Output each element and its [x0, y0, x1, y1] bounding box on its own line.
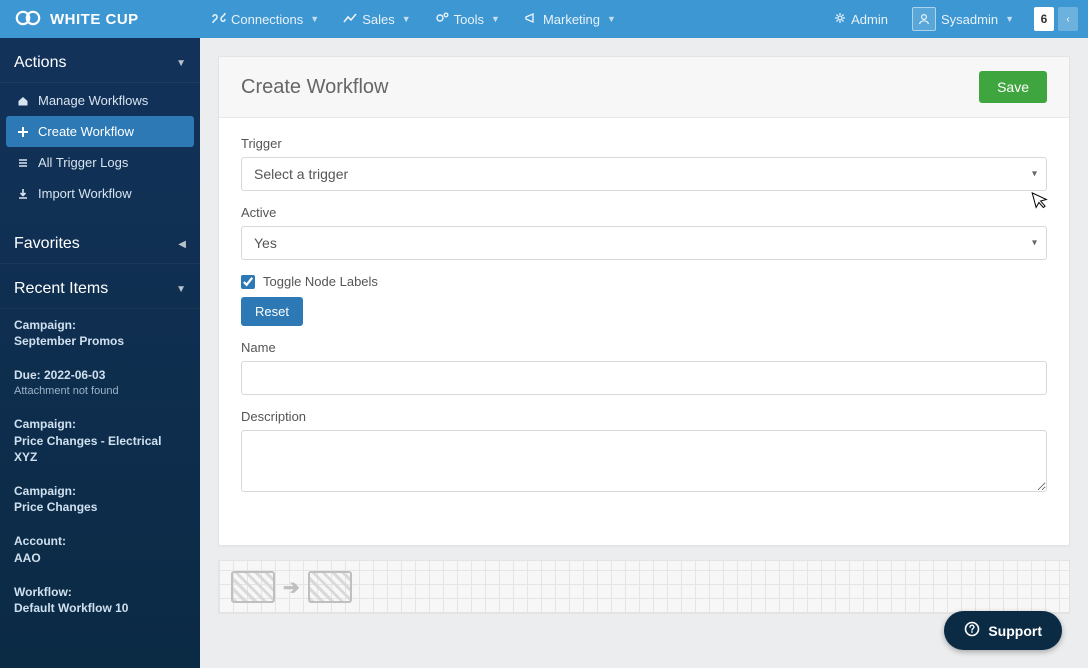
plus-icon [16, 126, 30, 138]
chevron-down-icon: ▼ [491, 14, 500, 24]
create-workflow-panel: Create Workflow Save Trigger Select a tr… [218, 56, 1070, 546]
nav-tools[interactable]: Tools ▼ [423, 0, 512, 38]
trigger-label: Trigger [241, 136, 1047, 151]
avatar [912, 7, 936, 31]
chevron-down-icon: ▼ [1005, 14, 1014, 24]
recent-item[interactable]: Campaign: September Promos [14, 309, 186, 359]
sidebar-favorites-header[interactable]: Favorites ◀ [0, 219, 200, 264]
recent-item[interactable]: Workflow: Default Workflow 10 [14, 576, 186, 626]
trigger-select[interactable]: Select a trigger [241, 157, 1047, 191]
sidebar-item-create-workflow[interactable]: Create Workflow [6, 116, 194, 147]
download-icon [16, 188, 30, 200]
arrow-right-icon: ➔ [283, 575, 300, 600]
chevron-down-icon: ▼ [176, 284, 186, 295]
sidebar: Actions ▼ Manage Workflows Create Workfl… [0, 38, 200, 668]
nav-admin[interactable]: Admin [822, 0, 900, 38]
main-content: Create Workflow Save Trigger Select a tr… [200, 38, 1088, 668]
chevron-down-icon: ▼ [310, 14, 319, 24]
chart-icon [343, 12, 357, 27]
description-label: Description [241, 409, 1047, 424]
chevron-left-icon: ‹ [1066, 14, 1069, 25]
brand-name: WHITE CUP [50, 11, 139, 28]
panel-body: Trigger Select a trigger ▾ Active Yes ▾ [219, 118, 1069, 545]
recent-item[interactable]: Account: AAO [14, 525, 186, 575]
save-button[interactable]: Save [979, 71, 1047, 103]
sidebar-actions-list: Manage Workflows Create Workflow All Tri… [0, 83, 200, 219]
sidebar-recent-list: Campaign: September Promos Due: 2022-06-… [0, 309, 200, 640]
topbar-right: Admin Sysadmin ▼ 6 ‹ [822, 0, 1088, 38]
workflow-canvas[interactable]: ➔ [218, 560, 1070, 614]
chevron-down-icon: ▼ [402, 14, 411, 24]
recent-item[interactable]: Due: 2022-06-03 Attachment not found [14, 359, 186, 408]
chevron-down-icon: ▼ [607, 14, 616, 24]
active-select[interactable]: Yes [241, 226, 1047, 260]
support-button[interactable]: Support [944, 611, 1062, 650]
recent-item[interactable]: Campaign: Price Changes [14, 475, 186, 525]
name-input[interactable] [241, 361, 1047, 395]
name-label: Name [241, 340, 1047, 355]
notification-count[interactable]: 6 [1034, 7, 1054, 31]
nav-connections[interactable]: Connections ▼ [200, 0, 331, 38]
active-label: Active [241, 205, 1047, 220]
collapse-sidebar-button[interactable]: ‹ [1058, 7, 1078, 31]
chevron-left-icon: ◀ [178, 239, 186, 250]
help-icon [964, 621, 980, 640]
workflow-node-placeholder[interactable] [308, 571, 352, 603]
list-icon [16, 157, 30, 169]
page-title: Create Workflow [241, 76, 388, 99]
panel-header: Create Workflow Save [219, 57, 1069, 118]
logo-icon [14, 10, 42, 29]
sidebar-recent-header[interactable]: Recent Items ▼ [0, 264, 200, 309]
description-textarea[interactable] [241, 430, 1047, 492]
sidebar-item-manage-workflows[interactable]: Manage Workflows [6, 85, 194, 116]
reset-button[interactable]: Reset [241, 297, 303, 326]
chevron-down-icon: ▼ [176, 58, 186, 69]
gear-icon [834, 12, 846, 27]
connections-icon [212, 12, 226, 27]
workflow-node-placeholder[interactable] [231, 571, 275, 603]
sidebar-item-import-workflow[interactable]: Import Workflow [6, 178, 194, 209]
top-navbar: WHITE CUP Connections ▼ Sales ▼ Tools ▼ [0, 0, 1088, 38]
recent-item[interactable]: Campaign: Price Changes - Electrical XYZ [14, 408, 186, 475]
nav-marketing[interactable]: Marketing ▼ [512, 0, 628, 38]
nav-sales[interactable]: Sales ▼ [331, 0, 422, 38]
sidebar-item-trigger-logs[interactable]: All Trigger Logs [6, 147, 194, 178]
user-menu[interactable]: Sysadmin ▼ [900, 0, 1026, 38]
toggle-node-labels-checkbox[interactable]: Toggle Node Labels [241, 274, 1047, 289]
primary-nav: Connections ▼ Sales ▼ Tools ▼ Marketing … [200, 0, 628, 38]
home-icon [16, 95, 30, 107]
bullhorn-icon [524, 12, 538, 27]
toggle-node-labels-input[interactable] [241, 275, 255, 289]
gears-icon [435, 12, 449, 27]
sidebar-actions-header[interactable]: Actions ▼ [0, 38, 200, 83]
brand-logo[interactable]: WHITE CUP [0, 0, 200, 38]
